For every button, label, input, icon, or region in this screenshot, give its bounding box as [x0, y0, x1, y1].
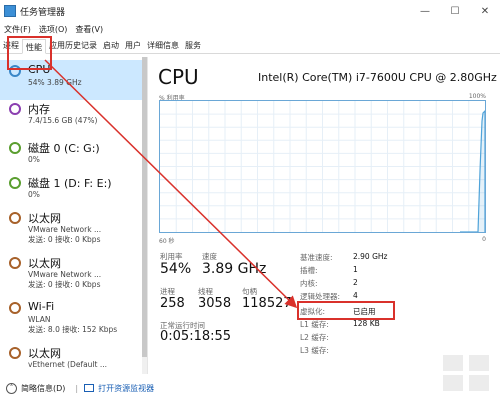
sidebar-item-detail: WLAN 发送: 8.0 接收: 152 Kbps — [28, 315, 118, 334]
utilization-line — [460, 110, 485, 232]
fewer-details-button[interactable]: 简略信息(D) — [21, 383, 65, 394]
window-controls: — ☐ ✕ — [410, 0, 500, 22]
sidebar-item-disk-1[interactable]: 磁盘 1 (D: F: E:) 0% — [0, 172, 147, 212]
scrollbar-thumb[interactable] — [142, 57, 147, 357]
info-label: 基准速度: — [300, 253, 333, 262]
cpu-utilization-graph — [159, 100, 486, 233]
tab-details[interactable]: 详细信息 — [144, 38, 182, 53]
sidebar-item-ethernet-3[interactable]: 以太网 vEthernet (Default ... — [0, 342, 147, 374]
info-label: L2 缓存: — [300, 333, 329, 342]
memory-graph-icon — [9, 103, 21, 115]
tab-users[interactable]: 用户 — [122, 38, 144, 53]
sidebar-item-detail: VMware Network ... 发送: 0 接收: 0 Kbps — [28, 270, 102, 289]
watermark-icon — [443, 355, 489, 391]
menu-view[interactable]: 查看(V) — [71, 24, 107, 35]
virtualization-highlight-box — [297, 301, 395, 320]
cpu-detail-panel: CPU Intel(R) Core(TM) i7-7600U CPU @ 2.8… — [150, 57, 500, 374]
sidebar-item-detail: 7.4/15.6 GB (47%) — [28, 116, 98, 125]
cpu-model-name: Intel(R) Core(TM) i7-7600U CPU @ 2.80GHz — [258, 71, 497, 84]
tab-app-history[interactable]: 应用历史记录 — [46, 38, 100, 53]
wifi-graph-icon — [9, 302, 21, 314]
sidebar-item-label: 以太网 — [28, 212, 61, 225]
page-title: CPU — [158, 65, 199, 89]
ethernet-graph-icon — [9, 347, 21, 359]
info-value: 1 — [353, 265, 358, 274]
resource-sidebar: CPU 54% 3.89 GHz 内存 7.4/15.6 GB (47%) 磁盘… — [0, 57, 148, 374]
sidebar-item-ethernet-1[interactable]: 以太网 VMware Network ... 发送: 0 接收: 0 Kbps — [0, 207, 147, 247]
info-value: 4 — [353, 291, 358, 300]
graph-x-label: 60 秒 — [159, 238, 175, 245]
sidebar-item-detail: 0% — [28, 190, 40, 199]
sidebar-scrollbar[interactable] — [142, 57, 147, 374]
close-button[interactable]: ✕ — [470, 0, 500, 22]
open-resource-monitor-link[interactable]: 打开资源监视器 — [98, 383, 154, 394]
task-manager-icon — [4, 5, 16, 17]
info-label: L3 缓存: — [300, 346, 329, 355]
footer-separator: | — [75, 383, 79, 393]
tab-startup[interactable]: 启动 — [100, 38, 122, 53]
info-label: 插槽: — [300, 266, 318, 275]
sidebar-item-disk-0[interactable]: 磁盘 0 (C: G:) 0% — [0, 137, 147, 177]
sidebar-item-label: 磁盘 0 (C: G:) — [28, 142, 100, 155]
tab-highlight-box — [7, 36, 52, 70]
sidebar-item-detail: vEthernet (Default ... — [28, 360, 107, 369]
disk-graph-icon — [9, 177, 21, 189]
sidebar-item-label: 磁盘 1 (D: F: E:) — [28, 177, 112, 190]
info-value: 2.90 GHz — [353, 252, 388, 261]
info-label: 内核: — [300, 279, 318, 288]
chevron-up-icon[interactable]: ˄ — [6, 382, 17, 394]
minimize-button[interactable]: — — [410, 0, 440, 22]
graph-x-min: 0 — [482, 236, 486, 243]
tab-services[interactable]: 服务 — [182, 38, 204, 53]
ethernet-graph-icon — [9, 212, 21, 224]
menu-bar: 文件(F) 选项(O) 查看(V) — [0, 22, 500, 36]
speed-value: 3.89 GHz — [202, 261, 267, 277]
menu-file[interactable]: 文件(F) — [0, 24, 35, 35]
sidebar-item-wifi[interactable]: Wi-Fi WLAN 发送: 8.0 接收: 152 Kbps — [0, 297, 147, 337]
info-value: 128 KB — [353, 319, 380, 328]
utilization-value: 54% — [160, 261, 192, 277]
ethernet-graph-icon — [9, 257, 21, 269]
threads-value: 3058 — [198, 296, 232, 311]
uptime-value: 0:05:18:55 — [160, 329, 232, 344]
processes-value: 258 — [160, 296, 185, 311]
sidebar-item-label: 内存 — [28, 103, 50, 116]
graph-y-max: 100% — [468, 93, 486, 100]
title-bar: 任务管理器 — ☐ ✕ — [0, 0, 500, 22]
sidebar-item-memory[interactable]: 内存 7.4/15.6 GB (47%) — [0, 98, 147, 138]
disk-graph-icon — [9, 142, 21, 154]
info-label: L1 缓存: — [300, 320, 329, 329]
sidebar-item-label: 以太网 — [28, 257, 61, 270]
sidebar-item-label: Wi-Fi — [28, 300, 55, 313]
window-title: 任务管理器 — [20, 7, 66, 18]
resource-monitor-icon — [84, 384, 95, 392]
menu-options[interactable]: 选项(O) — [35, 24, 72, 35]
sidebar-item-detail: 54% 3.89 GHz — [28, 78, 82, 87]
tab-bar: 进程 性能 应用历史记录 启动 用户 详细信息 服务 — [0, 37, 500, 54]
handles-value: 118527 — [242, 296, 292, 311]
sidebar-item-detail: VMware Network ... 发送: 0 接收: 0 Kbps — [28, 225, 102, 244]
sidebar-item-ethernet-2[interactable]: 以太网 VMware Network ... 发送: 0 接收: 0 Kbps — [0, 252, 147, 292]
graph-grid — [160, 101, 485, 232]
maximize-button[interactable]: ☐ — [440, 0, 470, 22]
footer-bar: ˄ 简略信息(D) | 打开资源监视器 — [0, 376, 500, 400]
info-value: 2 — [353, 278, 358, 287]
sidebar-item-label: 以太网 — [28, 347, 61, 360]
sidebar-item-detail: 0% — [28, 155, 40, 164]
